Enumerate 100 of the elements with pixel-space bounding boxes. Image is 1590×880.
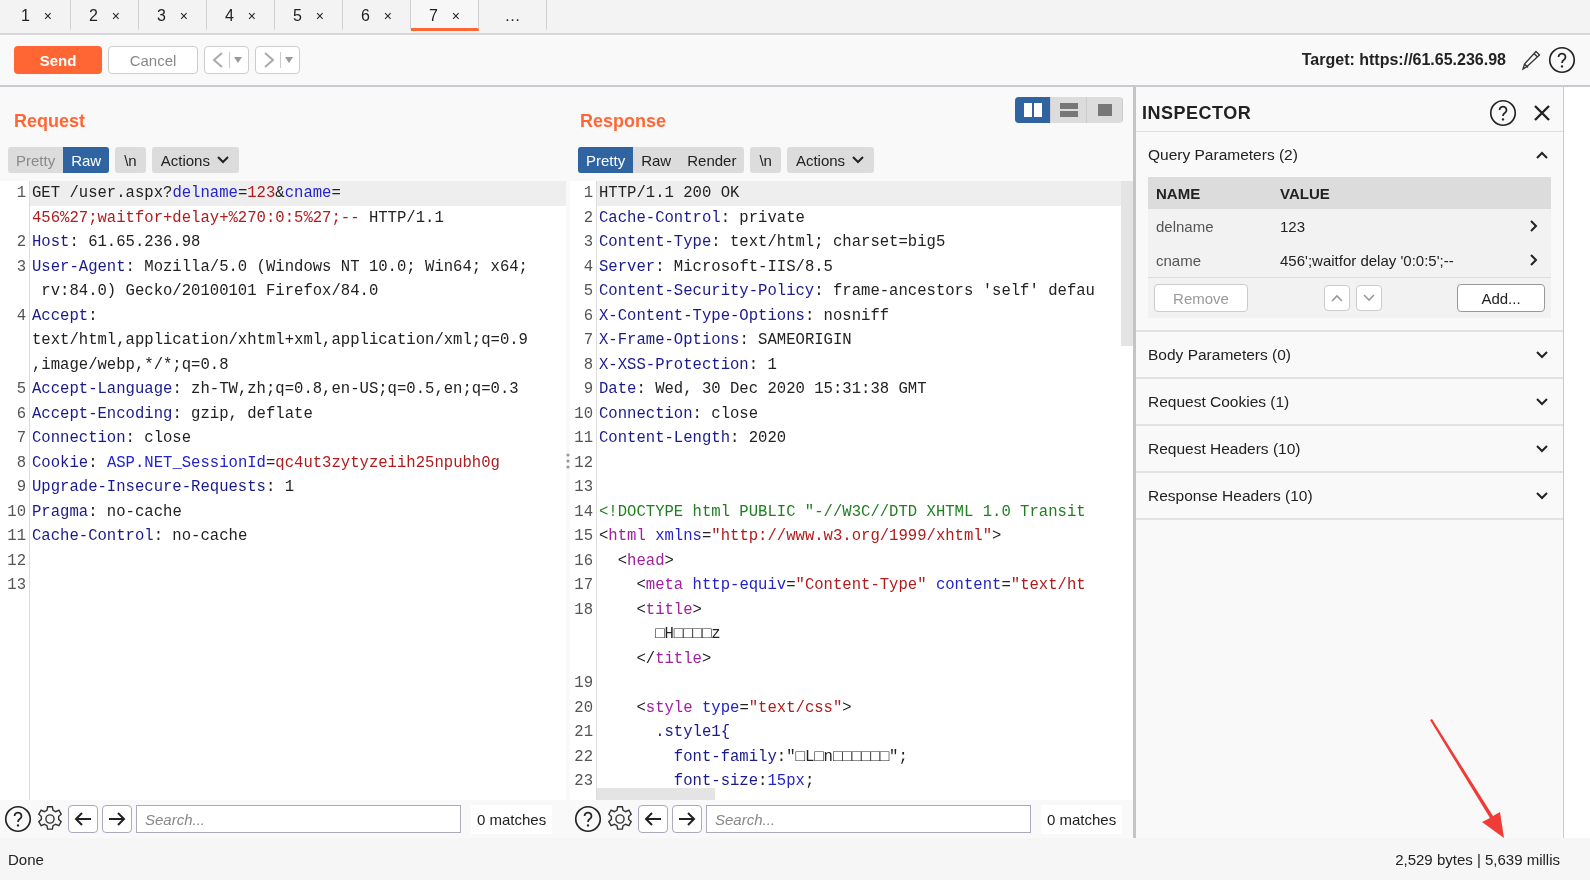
code-line: Connection: close [31, 428, 193, 449]
close-button[interactable]: × [179, 7, 189, 24]
newline-toggle[interactable]: \n [115, 147, 146, 173]
code-line: <head> [616, 550, 675, 572]
code-line: Accept: [31, 305, 99, 327]
line-number: 12 [6, 550, 27, 572]
previous-button[interactable] [638, 805, 668, 833]
code-line: Content-Type: text/html; charset=big5 [598, 232, 947, 253]
help-icon[interactable] [574, 805, 602, 833]
section-header[interactable]: Response Headers (10) [1136, 473, 1563, 518]
panel-title: Response [580, 110, 667, 132]
chevron-up-icon [1535, 149, 1549, 160]
view-tab[interactable]: Pretty [578, 147, 634, 173]
code-line: X-Frame-Options: SAMEORIGIN [598, 330, 853, 351]
view-tab[interactable]: Raw [633, 147, 680, 173]
line-number: 10 [573, 403, 594, 425]
arrow-left-icon [644, 812, 662, 826]
help-icon[interactable] [1548, 46, 1576, 74]
code-line: X-XSS-Protection: 1 [598, 354, 778, 376]
close-button[interactable]: × [383, 7, 393, 24]
code-line: Connection: close [598, 403, 760, 425]
section-header[interactable]: Body Parameters (0) [1136, 332, 1563, 377]
line-number: 18 [573, 599, 594, 621]
close-button[interactable]: × [111, 7, 121, 24]
view-tab[interactable]: Raw [63, 147, 110, 173]
caret-down-icon [234, 57, 242, 63]
match-count: 0 matches [471, 804, 553, 834]
search-field[interactable]: Search... [706, 805, 1031, 833]
code-line: <!DOCTYPE html PUBLIC "-//W3C//DTD XHTML 1.0 Transit [598, 501, 1087, 523]
actions-button[interactable]: Actions [786, 147, 875, 173]
chevron-right-icon [1529, 219, 1539, 233]
close-button[interactable]: × [43, 7, 53, 24]
columns-icon [1023, 103, 1042, 117]
line-number: 3 [15, 256, 27, 278]
chevron-down-icon [1535, 490, 1549, 501]
line-number: 11 [573, 428, 594, 449]
close-button[interactable]: × [247, 7, 257, 24]
code-line: .style1{ [654, 722, 731, 743]
drag-handle-icon[interactable] [566, 453, 570, 469]
code-line: <meta http-equiv="Content-Type" content="text/ht [635, 575, 1087, 596]
tab[interactable]: 2 × [71, 0, 139, 31]
actions-button[interactable]: Actions [151, 147, 239, 173]
help-icon[interactable] [1489, 99, 1517, 127]
settings-icon[interactable] [36, 805, 64, 833]
line-number: 5 [15, 379, 27, 400]
layout-button[interactable] [1015, 97, 1051, 123]
code-line: text/html,application/xhtml+xml,application/xml;q=0.9 [31, 330, 529, 351]
view-tab[interactable]: Render [679, 147, 745, 173]
tab[interactable]: 3 × [139, 0, 207, 31]
code-line: Accept-Language: zh-TW,zh;q=0.8,en-US;q=0.5,en;q=0.3 [31, 379, 520, 400]
next-button[interactable] [672, 805, 702, 833]
code-line: Pragma: no-cache [31, 501, 183, 523]
newline-toggle[interactable]: \n [750, 147, 781, 173]
tab[interactable]: 5 × [275, 0, 343, 31]
panel-title: Request [14, 110, 85, 132]
tab[interactable]: 1 × [3, 0, 71, 31]
close-icon [1533, 104, 1551, 122]
help-icon[interactable] [4, 805, 32, 833]
code-line: ,image/webp,*/*;q=0.8 [31, 354, 230, 376]
chevron-down-icon [1362, 294, 1375, 302]
close-button[interactable]: × [451, 7, 461, 24]
line-number: 2 [15, 232, 27, 253]
line-number: 7 [15, 428, 27, 449]
table-cell-text: 456';waitfor delay '0:0:5';-- [1279, 250, 1455, 271]
code-line: <title> [635, 599, 703, 621]
section-header[interactable]: Request Cookies (1) [1136, 379, 1563, 424]
column-header: NAME [1148, 177, 1272, 209]
code-line: 456%27;waitfor+delay+%270:0:5%27;-- HTTP/1.1 [31, 207, 445, 229]
previous-button[interactable] [68, 805, 98, 833]
code-line: Server: Microsoft-IIS/8.5 [598, 256, 834, 278]
code-line: □H□□□□z [654, 624, 722, 645]
caret-down-icon [285, 57, 293, 63]
line-number: 9 [15, 477, 27, 498]
tab[interactable]: 4 × [207, 0, 275, 31]
arrow-right-icon [108, 812, 126, 826]
code-line: User-Agent: Mozilla/5.0 (Windows NT 10.0; Win64; x64; [31, 256, 529, 278]
table-cell-text: cname [1155, 250, 1203, 271]
tab[interactable]: 7 × [411, 0, 479, 31]
code-line: Cache-Control: no-cache [31, 526, 249, 547]
chevron-up-icon [1330, 294, 1343, 302]
more-tabs-button[interactable]: … [479, 0, 547, 31]
line-number: 22 [573, 746, 594, 768]
section-header[interactable]: Query Parameters (2) [1136, 132, 1563, 177]
search-field[interactable]: Search... [136, 805, 461, 833]
pencil-icon[interactable] [1520, 48, 1542, 72]
code-line: Content-Security-Policy: frame-ancestors 'self' defau [598, 281, 1096, 302]
status-text: Done [8, 850, 44, 868]
line-number: 1 [582, 183, 594, 204]
section-header[interactable]: Request Headers (10) [1136, 426, 1563, 471]
code-line: Accept-Encoding: gzip, deflate [31, 403, 314, 425]
line-number: 1 [15, 183, 27, 204]
next-button[interactable] [102, 805, 132, 833]
code-line: Cache-Control: private [598, 207, 806, 229]
close-button[interactable]: × [315, 7, 325, 24]
add-button[interactable]: Add... [1457, 284, 1545, 312]
table-cell: delname [1148, 209, 1272, 243]
chevron-right-icon [1529, 253, 1539, 267]
chevron-left-icon [211, 50, 225, 70]
line-number: 16 [573, 550, 594, 572]
settings-icon[interactable] [606, 805, 634, 833]
